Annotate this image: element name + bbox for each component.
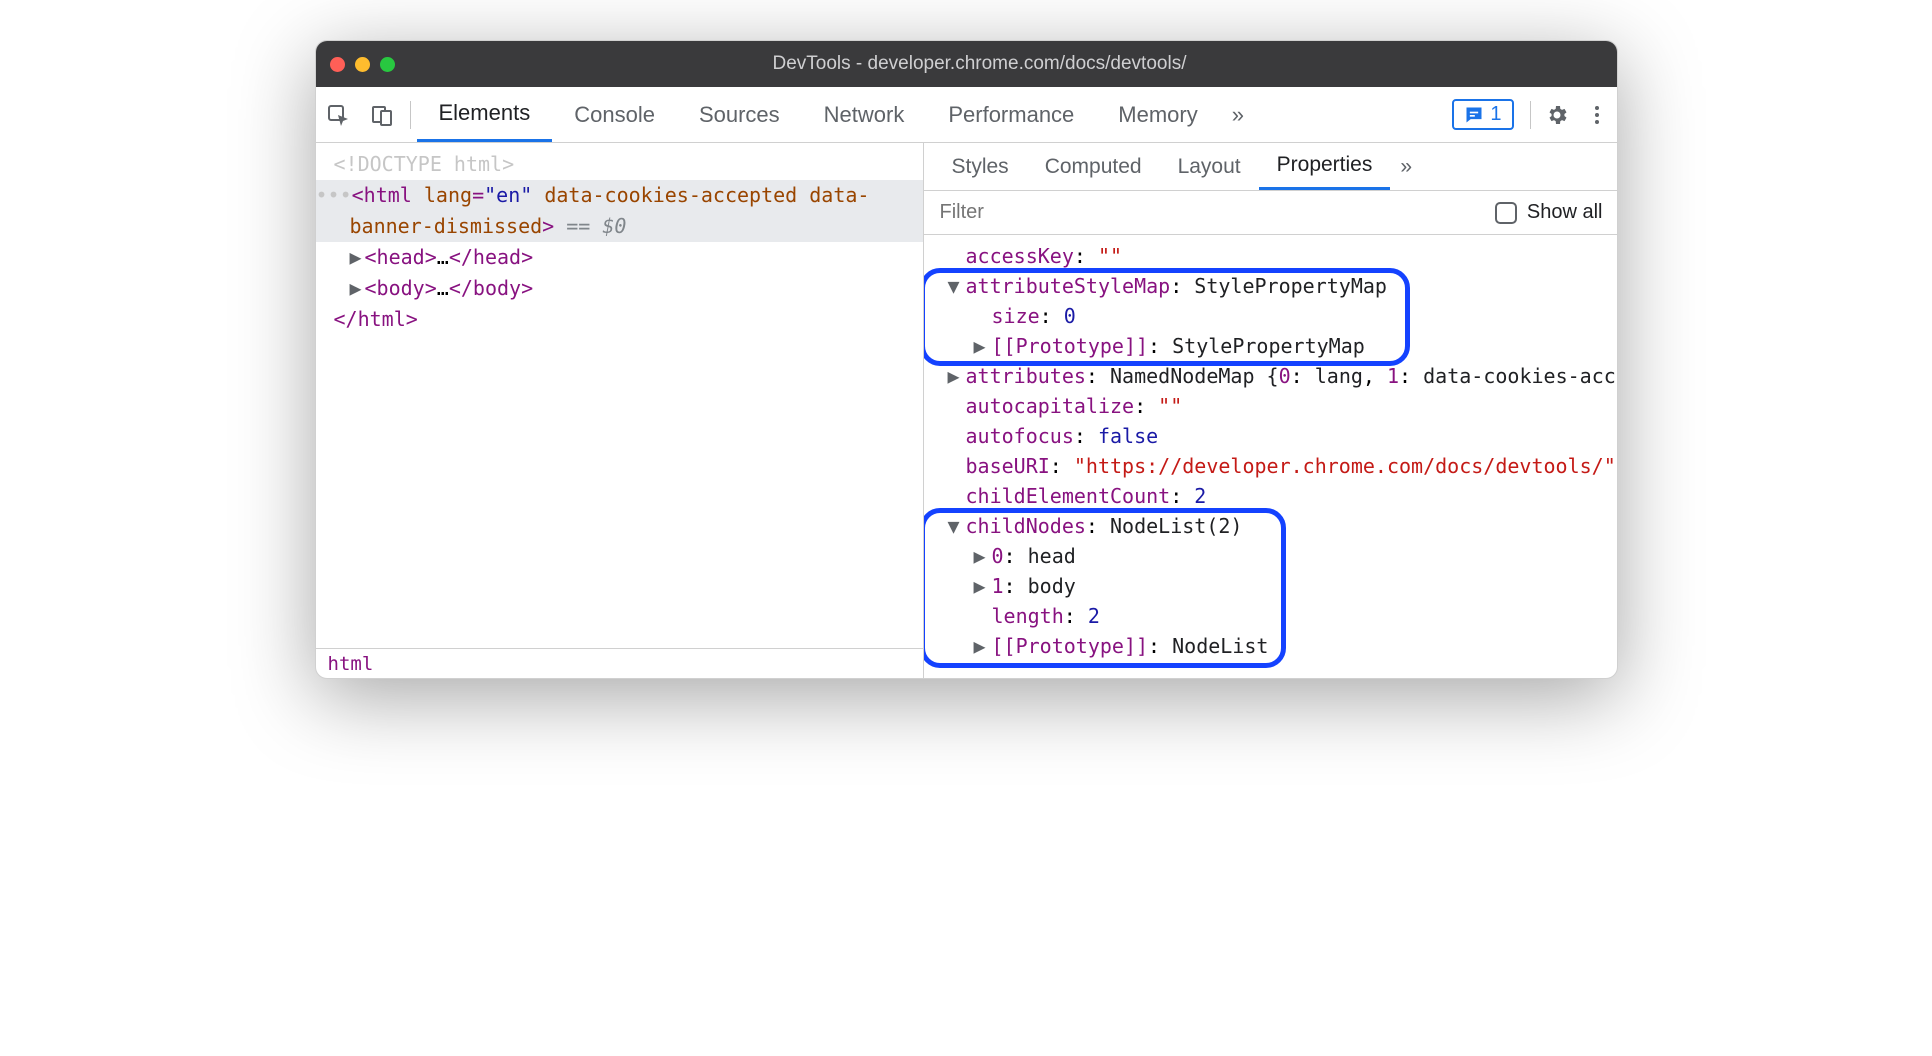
main-tabs: Elements Console Sources Network Perform… (417, 87, 1257, 142)
prop-baseuri[interactable]: baseURI: "https://developer.chrome.com/d… (938, 451, 1617, 481)
properties-filter-input[interactable] (938, 200, 1495, 225)
prop-attributestylemap[interactable]: ▼attributeStyleMap: StylePropertyMap (938, 271, 1617, 301)
expand-triangle-icon[interactable]: ▶ (948, 361, 960, 391)
chat-icon (1464, 105, 1484, 125)
collapse-triangle-icon[interactable]: ▼ (948, 271, 960, 301)
html-close-node[interactable]: </html> (316, 304, 923, 335)
prop-childelementcount[interactable]: childElementCount: 2 (938, 481, 1617, 511)
html-element-node[interactable]: •••<html lang="en" data-cookies-accepted… (316, 180, 923, 211)
more-options-button[interactable] (1577, 103, 1617, 127)
tab-sources[interactable]: Sources (677, 87, 802, 142)
prop-childnodes-1[interactable]: ▶1: body (938, 571, 1617, 601)
content-area: <!DOCTYPE html> •••<html lang="en" data-… (316, 143, 1617, 678)
toolbar-divider (410, 101, 411, 129)
body-element-node[interactable]: ▶<body>…</body> (316, 273, 923, 304)
issues-count: 1 (1490, 103, 1501, 126)
expand-triangle-icon[interactable]: ▶ (974, 541, 986, 571)
window-title: DevTools - developer.chrome.com/docs/dev… (409, 53, 1603, 75)
prop-autocapitalize[interactable]: autocapitalize: "" (938, 391, 1617, 421)
window-controls (330, 57, 395, 72)
elements-panel: <!DOCTYPE html> •••<html lang="en" data-… (316, 143, 924, 678)
more-subtabs-button[interactable]: » (1390, 143, 1422, 190)
tab-console[interactable]: Console (552, 87, 677, 142)
settings-button[interactable] (1537, 103, 1577, 127)
expand-triangle-icon[interactable]: ▶ (974, 571, 986, 601)
tab-performance[interactable]: Performance (926, 87, 1096, 142)
close-window-button[interactable] (330, 57, 345, 72)
device-toggle-icon[interactable] (360, 87, 404, 142)
prop-childnodes-0[interactable]: ▶0: head (938, 541, 1617, 571)
sidebar-panel: Styles Computed Layout Properties » Show… (924, 143, 1617, 678)
subtab-properties[interactable]: Properties (1259, 143, 1391, 190)
prop-autofocus[interactable]: autofocus: false (938, 421, 1617, 451)
breadcrumb[interactable]: html (316, 648, 923, 678)
more-tabs-button[interactable]: » (1220, 87, 1256, 142)
properties-list[interactable]: accessKey: "" ▼attributeStyleMap: StyleP… (924, 235, 1617, 661)
filter-row: Show all (924, 191, 1617, 235)
sidebar-tabs: Styles Computed Layout Properties » (924, 143, 1617, 191)
prop-childnodes-prototype[interactable]: ▶[[Prototype]]: NodeList (938, 631, 1617, 661)
expand-triangle-icon[interactable]: ▶ (350, 242, 365, 273)
prop-attributes[interactable]: ▶attributes: NamedNodeMap {0: lang, 1: d… (938, 361, 1617, 391)
prop-prototype[interactable]: ▶[[Prototype]]: StylePropertyMap (938, 331, 1617, 361)
devtools-toolbar: Elements Console Sources Network Perform… (316, 87, 1617, 143)
gear-icon (1545, 103, 1569, 127)
expand-triangle-icon[interactable]: ▶ (974, 631, 986, 661)
tab-network[interactable]: Network (802, 87, 927, 142)
subtab-layout[interactable]: Layout (1160, 143, 1259, 190)
head-element-node[interactable]: ▶<head>…</head> (316, 242, 923, 273)
dom-tree[interactable]: <!DOCTYPE html> •••<html lang="en" data-… (316, 143, 923, 648)
prop-childnodes[interactable]: ▼childNodes: NodeList(2) (938, 511, 1617, 541)
expand-triangle-icon[interactable]: ▶ (974, 331, 986, 361)
expand-triangle-icon[interactable]: ▶ (350, 273, 365, 304)
show-all-label: Show all (1527, 201, 1603, 224)
minimize-window-button[interactable] (355, 57, 370, 72)
tab-memory[interactable]: Memory (1096, 87, 1219, 142)
prop-childnodes-length[interactable]: length: 2 (938, 601, 1617, 631)
collapse-triangle-icon[interactable]: ▼ (948, 511, 960, 541)
prop-size[interactable]: size: 0 (938, 301, 1617, 331)
prop-accesskey[interactable]: accessKey: "" (938, 241, 1617, 271)
subtab-computed[interactable]: Computed (1027, 143, 1160, 190)
toolbar-divider (1530, 101, 1531, 129)
devtools-window: DevTools - developer.chrome.com/docs/dev… (315, 40, 1618, 679)
titlebar: DevTools - developer.chrome.com/docs/dev… (316, 41, 1617, 87)
subtab-styles[interactable]: Styles (934, 143, 1027, 190)
doctype-node[interactable]: <!DOCTYPE html> (334, 152, 515, 176)
show-all-checkbox[interactable] (1495, 202, 1517, 224)
tab-elements[interactable]: Elements (417, 87, 553, 142)
zoom-window-button[interactable] (380, 57, 395, 72)
kebab-icon (1585, 103, 1609, 127)
inspect-element-icon[interactable] (316, 87, 360, 142)
breadcrumb-item[interactable]: html (328, 653, 374, 675)
issues-button[interactable]: 1 (1452, 99, 1513, 130)
